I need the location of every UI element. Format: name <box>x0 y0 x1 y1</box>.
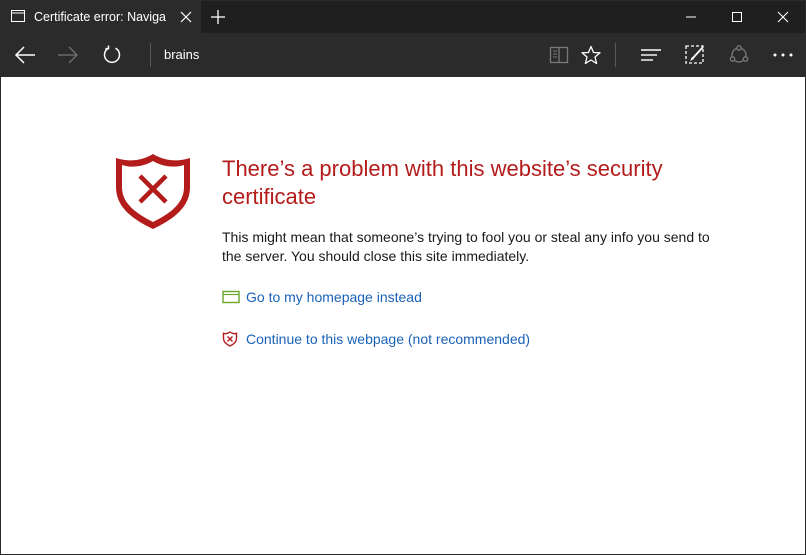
favorite-button[interactable] <box>571 33 611 77</box>
tab-certificate-error[interactable]: Certificate error: Naviga <box>1 1 201 33</box>
forward-arrow-icon <box>58 46 79 64</box>
minimize-button[interactable] <box>669 1 713 33</box>
browser-window: Certificate error: Naviga brains There’s… <box>0 0 806 555</box>
page-icon <box>11 10 25 22</box>
toolbar-separator <box>615 43 616 67</box>
more-button[interactable] <box>763 33 803 77</box>
nav-toolbar: brains <box>1 33 805 77</box>
maximize-button[interactable] <box>715 1 759 33</box>
address-bar[interactable]: brains <box>164 33 524 77</box>
tab-title: Certificate error: Naviga <box>34 10 166 24</box>
forward-button[interactable] <box>48 33 88 77</box>
hub-icon <box>641 49 661 61</box>
homepage-link-row[interactable]: Go to my homepage instead <box>222 287 422 307</box>
page-title: There’s a problem with this website’s se… <box>222 156 663 209</box>
more-icon <box>773 53 793 57</box>
shield-small-icon <box>222 331 240 347</box>
share-button[interactable] <box>719 33 759 77</box>
page-content: There’s a problem with this website’s se… <box>1 77 805 554</box>
star-icon <box>581 45 601 65</box>
minimize-icon <box>686 16 696 18</box>
hub-button[interactable] <box>631 33 671 77</box>
shield-error-icon <box>116 154 190 229</box>
web-note-button[interactable] <box>675 33 715 77</box>
continue-link-row[interactable]: Continue to this webpage (not recommende… <box>222 329 530 349</box>
close-window-button[interactable] <box>761 1 805 33</box>
refresh-icon <box>103 45 121 64</box>
maximize-icon <box>732 12 742 22</box>
back-button[interactable] <box>5 33 45 77</box>
close-icon <box>777 11 789 23</box>
close-icon[interactable] <box>179 10 193 24</box>
homepage-icon <box>222 290 240 304</box>
error-description: This might mean that someone’s trying to… <box>222 229 710 264</box>
web-note-icon <box>685 45 704 64</box>
book-icon <box>549 46 569 64</box>
share-icon <box>729 45 749 63</box>
tab-bar: Certificate error: Naviga <box>1 1 805 33</box>
back-arrow-icon <box>14 46 35 64</box>
toolbar-separator <box>150 43 151 67</box>
homepage-link[interactable]: Go to my homepage instead <box>246 287 422 307</box>
continue-link[interactable]: Continue to this webpage (not recommende… <box>246 329 530 349</box>
refresh-button[interactable] <box>92 33 132 77</box>
plus-icon[interactable] <box>210 9 226 25</box>
